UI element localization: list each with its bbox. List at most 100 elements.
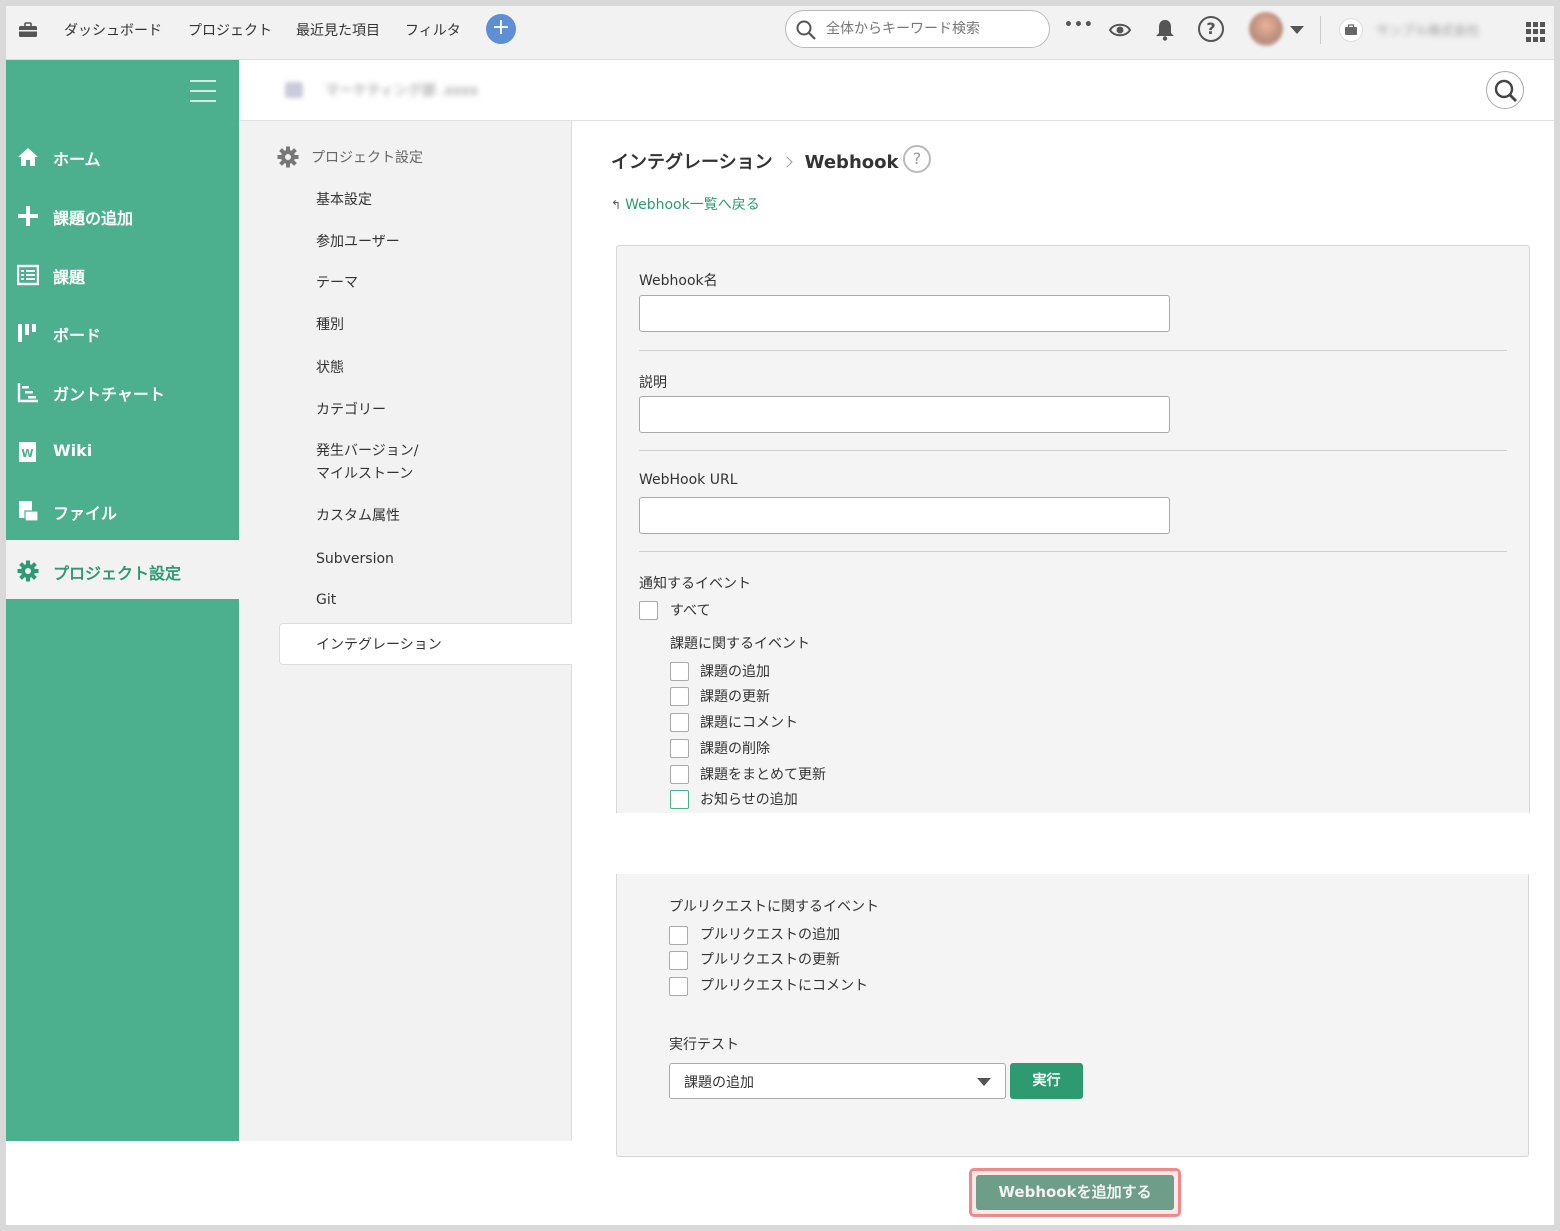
back-link-label: Webhook一覧へ戻る (625, 197, 760, 213)
add-webhook-button[interactable]: Webhookを追加する (976, 1175, 1174, 1210)
checkbox-issue-bulk-updated[interactable] (670, 765, 689, 784)
checkbox-issue-added[interactable] (670, 662, 689, 681)
back-to-webhook-list-link[interactable]: ↰ Webhook一覧へ戻る (611, 194, 760, 214)
page-title: Webhook (804, 152, 899, 173)
help-icon[interactable]: ? (903, 145, 931, 173)
main-content: インテグレーション Webhook ? ↰ Webhook一覧へ戻る Webhook… (572, 121, 1554, 1225)
checkbox-label: 課題の削除 (700, 741, 770, 757)
description-input[interactable] (640, 397, 1169, 432)
space-icon[interactable] (1339, 18, 1363, 42)
subnav-item-issue-types[interactable]: 種別 (316, 314, 344, 337)
sidebar-item-label: ボード (53, 326, 102, 345)
divider (1320, 16, 1321, 44)
global-header: ダッシュボード プロジェクト 最近見た項目 フィルタ + ••• ? (6, 6, 1554, 60)
add-button[interactable]: + (486, 14, 516, 44)
sidebar-item-wiki[interactable]: W Wiki (6, 421, 239, 480)
pr-events-label: プルリクエストに関するイベント (669, 899, 879, 915)
webhook-url-input[interactable] (640, 498, 1169, 533)
svg-text:W: W (21, 447, 33, 460)
run-test-button[interactable]: 実行 (1010, 1063, 1083, 1099)
checkbox-issue-updated[interactable] (670, 687, 689, 706)
chevron-right-icon (780, 156, 793, 168)
description-field[interactable] (639, 396, 1170, 433)
checkbox-label: 課題をまとめて更新 (700, 767, 826, 783)
subnav-item-members[interactable]: 参加ユーザー (316, 231, 400, 254)
webhook-name-input[interactable] (640, 296, 1169, 331)
avatar[interactable] (1249, 12, 1283, 46)
submit-highlight: Webhookを追加する (969, 1168, 1181, 1217)
subnav-item-theme[interactable]: テーマ (316, 272, 358, 295)
app-grid-icon[interactable] (1526, 22, 1546, 42)
nav-filter[interactable]: フィルタ (405, 20, 461, 40)
bell-icon[interactable] (1153, 18, 1177, 42)
checkbox-all-events[interactable] (639, 601, 658, 620)
checkbox-pr-commented[interactable] (669, 977, 688, 996)
sidebar-item-home[interactable]: ホーム (6, 126, 239, 185)
sidebar-item-label: 課題 (53, 268, 86, 287)
webhook-name-field[interactable] (639, 295, 1170, 332)
sidebar-item-label: ガントチャート (53, 385, 165, 404)
breadcrumb-parent[interactable]: インテグレーション (611, 152, 773, 173)
project-search-button[interactable] (1486, 71, 1524, 109)
divider (639, 350, 1507, 351)
sidebar-item-issues[interactable]: 課題 (6, 244, 239, 303)
project-icon (285, 82, 303, 98)
subnav-item-git[interactable]: Git (316, 589, 336, 612)
subnav-item-versions[interactable]: 発生バージョン/ マイルストーン (316, 440, 418, 486)
nav-dashboard[interactable]: ダッシュボード (64, 20, 162, 40)
nav-projects[interactable]: プロジェクト (188, 20, 272, 40)
sidebar-item-add-issue[interactable]: 課題の追加 (6, 185, 239, 244)
subnav-item-integration[interactable]: インテグレーション (279, 623, 573, 665)
checkbox-all-events-label: すべて (670, 603, 711, 619)
sidebar-item-label: Wiki (53, 441, 93, 460)
help-icon[interactable]: ? (1198, 16, 1224, 42)
back-arrow-icon: ↰ (611, 198, 622, 212)
checkbox-label: プルリクエストの更新 (700, 952, 840, 968)
search-input[interactable] (826, 19, 1036, 39)
project-name[interactable]: マーケティング部 .xxxx (325, 80, 565, 100)
search-icon (1494, 79, 1517, 102)
settings-title-label: プロジェクト設定 (311, 150, 423, 166)
gear-icon (277, 146, 299, 168)
home-icon (18, 148, 38, 166)
sidebar-item-label: ホーム (53, 150, 101, 169)
checkbox-notification-added[interactable] (670, 790, 689, 809)
search-icon (796, 20, 816, 40)
nav-recent[interactable]: 最近見た項目 (296, 20, 380, 40)
project-header: マーケティング部 .xxxx (239, 60, 1554, 121)
test-event-selected: 課題の追加 (684, 1075, 754, 1091)
test-event-select[interactable]: 課題の追加 (669, 1063, 1006, 1099)
subnav-item-status[interactable]: 状態 (316, 357, 344, 380)
checkbox-issue-deleted[interactable] (670, 739, 689, 758)
issue-events-label: 課題に関するイベント (670, 636, 810, 652)
webhook-url-field[interactable] (639, 497, 1170, 534)
description-label: 説明 (639, 375, 667, 391)
sidebar-item-files[interactable]: ファイル (6, 480, 239, 539)
test-run-label: 実行テスト (669, 1037, 739, 1053)
sidebar-item-board[interactable]: ボード (6, 302, 239, 361)
checkbox-pr-added[interactable] (669, 926, 688, 945)
webhook-url-label: WebHook URL (639, 472, 738, 488)
divider (639, 450, 1507, 451)
checkbox-label: お知らせの追加 (700, 792, 798, 808)
subnav-item-category[interactable]: カテゴリー (316, 399, 386, 422)
space-name[interactable]: サンプル株式会社 (1376, 20, 1508, 38)
checkbox-issue-commented[interactable] (670, 713, 689, 732)
chevron-down-icon[interactable] (1290, 26, 1304, 34)
more-icon[interactable]: ••• (1064, 17, 1093, 41)
settings-subnav: プロジェクト設定 基本設定 参加ユーザー テーマ 種別 状態 カテゴリー 発生バ… (239, 121, 573, 1141)
checkbox-pr-updated[interactable] (669, 951, 688, 970)
watch-icon[interactable] (1108, 18, 1132, 42)
sidebar: ホーム 課題の追加 課題 ボード ガントチャート W Wiki ファイル プロジ… (6, 60, 239, 1141)
global-search[interactable] (785, 10, 1050, 48)
sidebar-item-project-settings[interactable]: プロジェクト設定 (6, 540, 239, 599)
briefcase-icon[interactable] (18, 22, 38, 38)
sidebar-item-label: ファイル (53, 504, 118, 523)
sidebar-item-gantt[interactable]: ガントチャート (6, 361, 239, 420)
gear-icon (17, 560, 39, 582)
subnav-item-subversion[interactable]: Subversion (316, 548, 394, 571)
subnav-item-label: インテグレーション (316, 637, 442, 653)
subnav-item-basic[interactable]: 基本設定 (316, 189, 372, 212)
hamburger-menu-icon[interactable] (190, 80, 216, 102)
subnav-item-custom-fields[interactable]: カスタム属性 (316, 505, 400, 528)
